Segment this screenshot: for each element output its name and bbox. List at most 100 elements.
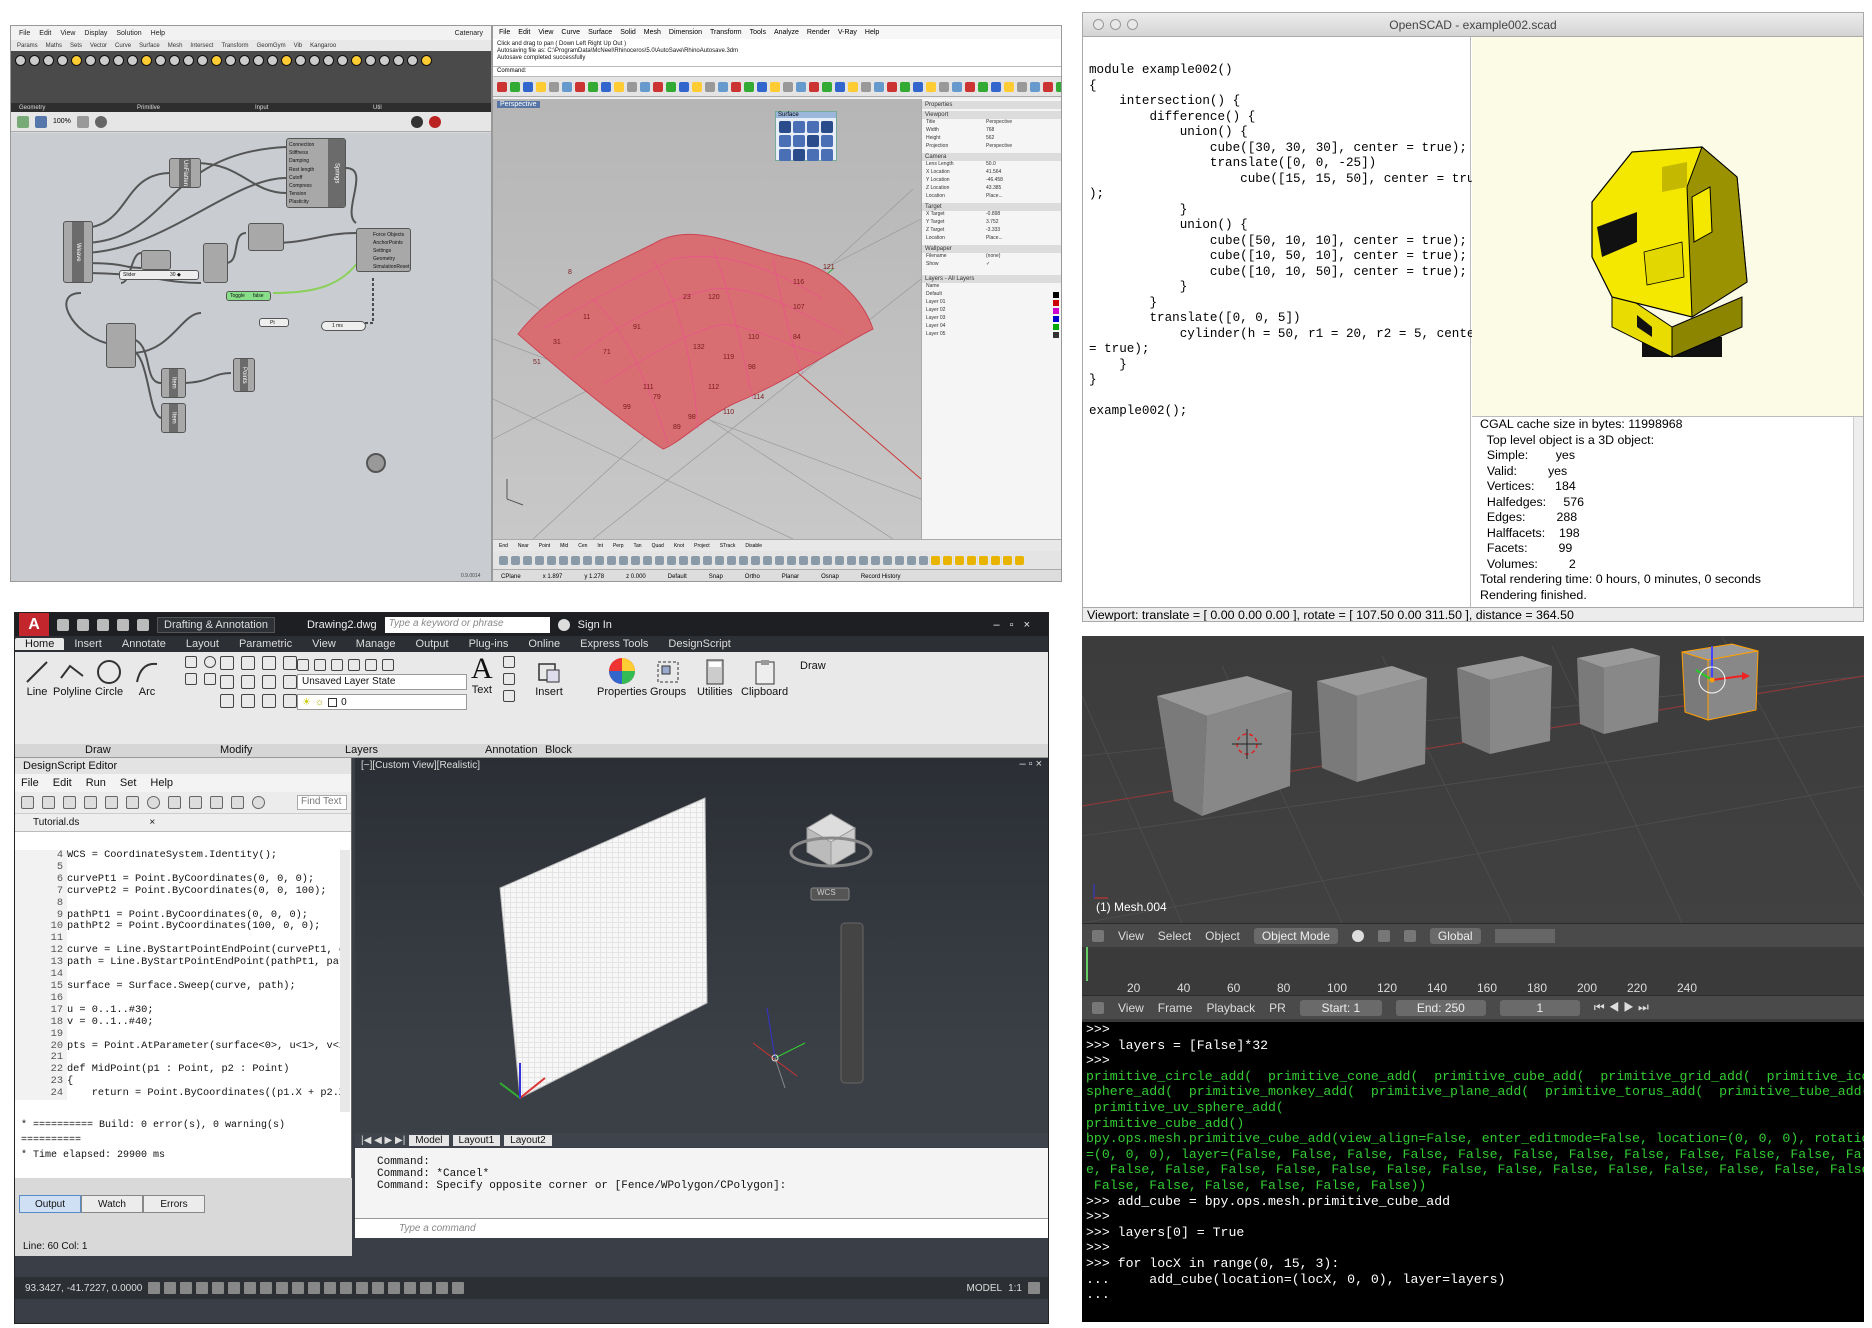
- rhino-tool-icon[interactable]: [952, 81, 962, 92]
- gh-item-component[interactable]: Item: [161, 368, 186, 398]
- status-toggle-icon[interactable]: [292, 1282, 305, 1294]
- gh-component-icon[interactable]: [183, 55, 194, 66]
- rhino-tool-icon[interactable]: [583, 555, 592, 565]
- rhino-tool-icon[interactable]: [667, 555, 676, 565]
- frame-menu[interactable]: Frame: [1158, 1001, 1193, 1015]
- rhino-tool-icon[interactable]: [1056, 81, 1061, 92]
- gh-component-icon[interactable]: [365, 55, 376, 66]
- rhino-tool-icon[interactable]: [799, 555, 808, 565]
- rectangle-icon[interactable]: [185, 656, 197, 668]
- gh-menu-item[interactable]: Help: [151, 30, 165, 37]
- props-value[interactable]: 562: [986, 135, 994, 143]
- rhino-tool-icon[interactable]: [547, 555, 556, 565]
- line-tool[interactable]: Line: [23, 658, 51, 698]
- circle-tool[interactable]: Circle: [95, 658, 123, 698]
- status-toggle-icon[interactable]: [404, 1282, 417, 1294]
- gh-tab[interactable]: Intersect: [190, 43, 213, 49]
- rhino-tool-icon[interactable]: [703, 555, 712, 565]
- surface-tool-icon[interactable]: [779, 149, 791, 161]
- rhino-tool-icon[interactable]: [979, 555, 988, 565]
- status-toggle-icon[interactable]: [164, 1282, 177, 1294]
- select-menu[interactable]: Select: [1158, 929, 1191, 943]
- status-toggle-icon[interactable]: [212, 1282, 225, 1294]
- wcs-menu[interactable]: WCS: [817, 888, 836, 897]
- osnap-toggle[interactable]: Point: [539, 543, 550, 549]
- ribbon-panel-title[interactable]: Block: [545, 744, 572, 756]
- arc-tool[interactable]: Arc: [133, 658, 161, 698]
- osnap-toggle[interactable]: End: [499, 543, 508, 549]
- rhino-tool-icon[interactable]: [775, 555, 784, 565]
- rhino-tool-icon[interactable]: [1015, 555, 1024, 565]
- status-toggle-icon[interactable]: [308, 1282, 321, 1294]
- status-field[interactable]: Ortho: [745, 574, 760, 580]
- gh-component-icon[interactable]: [309, 55, 320, 66]
- ribbon-tab[interactable]: Home: [15, 638, 65, 650]
- status-field[interactable]: x 1.897: [543, 574, 563, 580]
- osnap-toggle[interactable]: Disable: [745, 543, 762, 549]
- layer-color-swatch[interactable]: [1053, 292, 1059, 298]
- surface-tool-icon[interactable]: [793, 135, 805, 147]
- gh-tab[interactable]: Params: [17, 43, 38, 49]
- rhino-tool-icon[interactable]: [1004, 81, 1014, 92]
- surface-tool-icon[interactable]: [779, 121, 791, 133]
- rhino-menu-item[interactable]: File: [499, 29, 510, 36]
- rhino-tool-icon[interactable]: [822, 81, 832, 92]
- gh-component-icon[interactable]: [197, 55, 208, 66]
- surface-tool-icon[interactable]: [807, 149, 819, 161]
- debug-icon[interactable]: [84, 796, 97, 809]
- rhino-tool-icon[interactable]: [796, 81, 806, 92]
- view-menu[interactable]: View: [1118, 929, 1144, 943]
- object-menu[interactable]: Object: [1205, 929, 1240, 943]
- preview-range-toggle[interactable]: PR: [1269, 1001, 1286, 1015]
- gh-tab[interactable]: Sets: [70, 43, 82, 49]
- array-icon[interactable]: [262, 694, 276, 708]
- osnap-toggle[interactable]: Int: [597, 543, 603, 549]
- user-icon[interactable]: [557, 618, 570, 631]
- layer-freeze-icon[interactable]: [365, 659, 377, 671]
- osnap-toggle[interactable]: Perp: [613, 543, 624, 549]
- gh-component-icon[interactable]: [351, 55, 362, 66]
- gh-component-icon[interactable]: [43, 55, 54, 66]
- text-tool[interactable]: A Text: [471, 654, 493, 697]
- gh-component-icon[interactable]: [71, 55, 82, 66]
- gh-tab[interactable]: Vector: [90, 43, 107, 49]
- rhino-tool-icon[interactable]: [559, 555, 568, 565]
- surface-tool-icon[interactable]: [793, 149, 805, 161]
- timeline[interactable]: 20 40 60 80 100 120 140 160 180 200 220 240: [1082, 947, 1864, 995]
- surface-tool-icon[interactable]: [821, 121, 833, 133]
- ribbon-tab[interactable]: Online: [518, 638, 570, 650]
- rhino-menu-item[interactable]: Help: [865, 29, 879, 36]
- print-icon[interactable]: [117, 618, 129, 631]
- rhino-tool-icon[interactable]: [991, 555, 1000, 565]
- status-toggle-icon[interactable]: [340, 1282, 353, 1294]
- line-style-icon[interactable]: [283, 656, 297, 670]
- rhino-tool-icon[interactable]: [653, 81, 663, 92]
- rhino-tool-icon[interactable]: [705, 81, 715, 92]
- props-value[interactable]: Place...: [986, 235, 1003, 243]
- rhino-menu-item[interactable]: V-Ray: [838, 29, 857, 36]
- rhino-tool-icon[interactable]: [763, 555, 772, 565]
- minimize-icon[interactable]: [1110, 19, 1121, 30]
- eye-icon[interactable]: [94, 115, 107, 128]
- rhino-tool-icon[interactable]: [931, 555, 940, 565]
- pivot-icon[interactable]: [1377, 929, 1390, 942]
- osnap-toggle[interactable]: Mid: [560, 543, 568, 549]
- status-field[interactable]: Record History: [861, 574, 901, 580]
- rhino-tool-icon[interactable]: [848, 81, 858, 92]
- status-field[interactable]: Snap: [709, 574, 723, 580]
- undo-icon[interactable]: [105, 796, 118, 809]
- ribbon-tab[interactable]: View: [302, 638, 346, 650]
- surface-tool-icon[interactable]: [821, 149, 833, 161]
- gh-points-param[interactable]: Points: [233, 358, 255, 392]
- dimension-icon[interactable]: [503, 656, 515, 668]
- rhino-tool-icon[interactable]: [511, 555, 520, 565]
- props-value[interactable]: 50.0: [986, 161, 996, 169]
- open-icon[interactable]: [17, 115, 29, 128]
- openscad-code-editor[interactable]: module example002() { intersection() { d…: [1083, 37, 1482, 607]
- settings-icon[interactable]: [1028, 1282, 1040, 1294]
- gh-series-component[interactable]: [141, 250, 171, 270]
- rhino-tool-icon[interactable]: [887, 81, 897, 92]
- gh-component-icon[interactable]: [337, 55, 348, 66]
- props-value[interactable]: -3.333: [986, 227, 1000, 235]
- gh-component-icon[interactable]: [225, 55, 236, 66]
